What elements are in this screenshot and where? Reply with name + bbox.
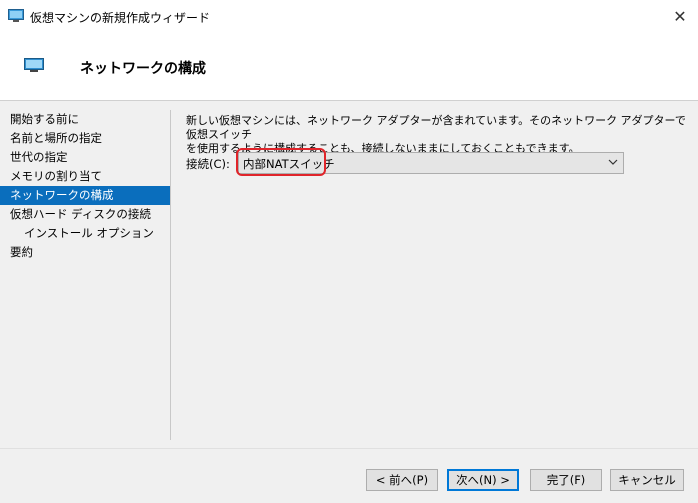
highlight-outline (236, 148, 326, 176)
nav-item-networking[interactable]: ネットワークの構成 (0, 186, 170, 205)
nav-item-generation[interactable]: 世代の指定 (0, 148, 170, 167)
nav-item-name-location[interactable]: 名前と場所の指定 (0, 129, 170, 148)
network-page-icon (24, 58, 44, 72)
cancel-button[interactable]: キャンセル (610, 469, 684, 491)
previous-button[interactable]: < 前へ(P) (366, 469, 438, 491)
page-title: ネットワークの構成 (80, 61, 206, 77)
finish-button[interactable]: 完了(F) (530, 469, 602, 491)
content-panel: 新しい仮想マシンには、ネットワーク アダプターが含まれています。そのネットワーク… (186, 114, 686, 176)
hyperv-app-icon (8, 9, 24, 22)
nav-item-summary[interactable]: 要約 (0, 243, 170, 262)
page-header: ネットワークの構成 (0, 32, 698, 101)
connection-row: 接続(C): 内部NATスイッチ (186, 148, 624, 176)
close-icon[interactable]: ✕ (662, 0, 698, 32)
nav-item-before-you-begin[interactable]: 開始する前に (0, 110, 170, 129)
wizard-footer: < 前へ(P) 次へ(N) > 完了(F) キャンセル (0, 448, 698, 503)
nav-item-installation-options[interactable]: インストール オプション (0, 224, 170, 243)
connection-label: 接続(C): (186, 157, 230, 171)
window-title: 仮想マシンの新規作成ウィザード (30, 11, 211, 25)
next-button[interactable]: 次へ(N) > (447, 469, 519, 491)
nav-item-memory[interactable]: メモリの割り当て (0, 167, 170, 186)
chevron-down-icon (608, 159, 618, 165)
description-line-1: 新しい仮想マシンには、ネットワーク アダプターが含まれています。そのネットワーク… (186, 114, 686, 141)
wizard-steps-nav: 開始する前に 名前と場所の指定 世代の指定 メモリの割り当て ネットワークの構成… (0, 110, 171, 440)
title-bar: 仮想マシンの新規作成ウィザード ✕ (0, 0, 698, 32)
nav-item-virtual-hard-disk[interactable]: 仮想ハード ディスクの接続 (0, 205, 170, 224)
